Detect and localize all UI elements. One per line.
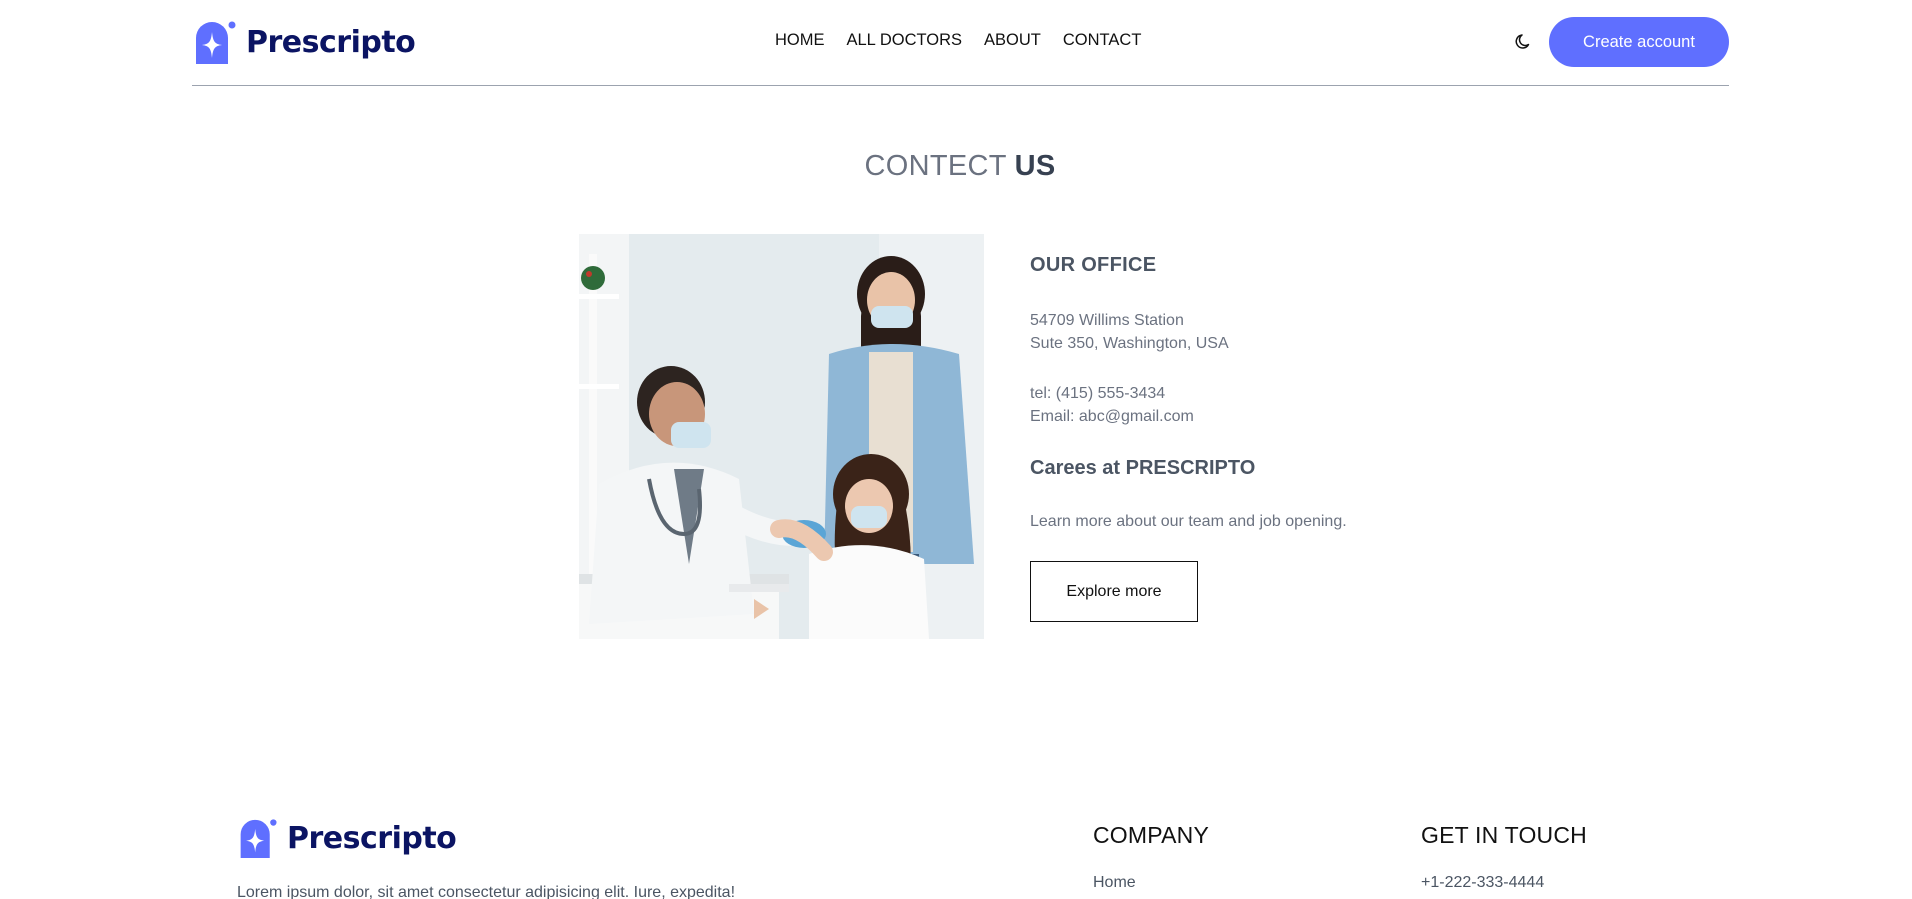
brand-logo[interactable]: Prescripto <box>192 20 416 64</box>
footer-link-home[interactable]: Home <box>1093 874 1136 892</box>
careers-heading: Carees at PRESCRIPTO <box>1030 457 1256 479</box>
explore-more-button[interactable]: Explore more <box>1030 561 1198 622</box>
brand-name: Prescripto <box>246 24 416 60</box>
office-address: 54709 Willims Station Sute 350, Washingt… <box>1030 309 1229 355</box>
main-nav: HOME ALL DOCTORS ABOUT CONTACT <box>775 31 1141 50</box>
office-phone: tel: (415) 555-3434 <box>1030 385 1166 402</box>
logo-icon <box>196 21 236 64</box>
moon-icon[interactable] <box>1514 31 1534 51</box>
page-title-part2: US <box>1014 150 1056 182</box>
page-title-part1: CONTECT <box>864 150 1015 182</box>
address-line-1: 54709 Willims Station <box>1030 312 1184 329</box>
page-title: CONTECT US <box>0 150 1912 183</box>
doctor-patient-illustration <box>579 234 984 639</box>
contact-photo <box>579 234 984 639</box>
nav-about[interactable]: ABOUT <box>984 31 1041 50</box>
nav-all-doctors[interactable]: ALL DOCTORS <box>847 31 963 50</box>
office-email: Email: abc@gmail.com <box>1030 408 1194 425</box>
address-line-2: Sute 350, Washington, USA <box>1030 335 1229 352</box>
footer-brand-name: Prescripto <box>287 820 457 856</box>
office-info: OUR OFFICE 54709 Willims Station Sute 35… <box>1030 254 1430 622</box>
footer-phone: +1-222-333-4444 <box>1421 874 1545 891</box>
footer-company-heading: COMPANY <box>1093 822 1209 848</box>
careers-text: Learn more about our team and job openin… <box>1030 513 1347 530</box>
logo-icon <box>240 819 277 858</box>
office-contact: tel: (415) 555-3434 Email: abc@gmail.com <box>1030 382 1194 428</box>
footer-touch-heading: GET IN TOUCH <box>1421 822 1587 848</box>
footer-brand-logo[interactable]: Prescripto <box>237 818 457 858</box>
site-header: Prescripto HOME ALL DOCTORS ABOUT CONTAC… <box>192 0 1729 86</box>
nav-contact[interactable]: CONTACT <box>1063 31 1142 50</box>
nav-home[interactable]: HOME <box>775 31 825 50</box>
create-account-button[interactable]: Create account <box>1549 17 1729 67</box>
footer-description: Lorem ipsum dolor, sit amet consectetur … <box>237 884 736 899</box>
office-heading: OUR OFFICE <box>1030 254 1157 276</box>
